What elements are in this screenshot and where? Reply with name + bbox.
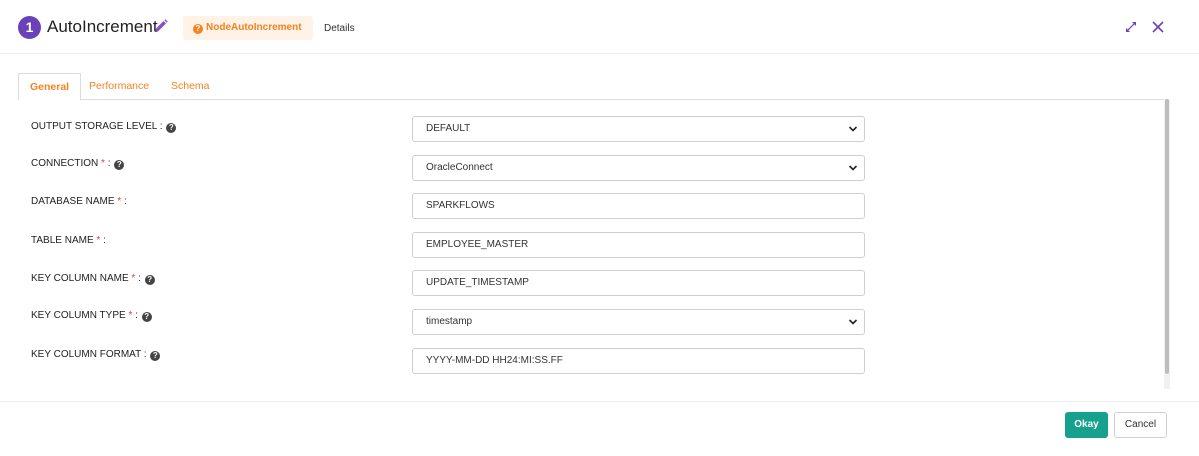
help-icon[interactable]: ? bbox=[141, 312, 152, 322]
field-label: DATABASE NAME * : bbox=[31, 196, 127, 207]
chevron-down-icon bbox=[848, 126, 858, 132]
pencil-icon[interactable] bbox=[153, 18, 169, 34]
form-scrollbar[interactable] bbox=[1164, 99, 1170, 389]
help-icon[interactable]: ? bbox=[150, 351, 161, 361]
output-storage-level-select[interactable]: DEFAULT bbox=[412, 116, 865, 142]
node-type-label: NodeAutoIncrement bbox=[206, 22, 302, 33]
tab-performance[interactable]: Performance bbox=[78, 73, 160, 100]
tab-bar: General Performance Schema bbox=[18, 73, 1170, 101]
key-column-type-select[interactable]: timestamp bbox=[412, 309, 865, 335]
tab-schema[interactable]: Schema bbox=[160, 73, 221, 100]
field-label: KEY COLUMN TYPE * : ? bbox=[31, 310, 152, 322]
step-number-badge: 1 bbox=[18, 16, 41, 39]
chevron-down-icon bbox=[848, 165, 858, 171]
help-icon[interactable]: ? bbox=[166, 123, 177, 133]
connection-select[interactable]: OracleConnect bbox=[412, 155, 865, 181]
table-name-input[interactable]: EMPLOYEE_MASTER bbox=[412, 232, 865, 258]
question-circle-icon: ? bbox=[193, 24, 203, 34]
field-label: KEY COLUMN FORMAT : ? bbox=[31, 349, 161, 361]
key-column-name-input[interactable]: UPDATE_TIMESTAMP bbox=[412, 270, 865, 296]
expand-icon[interactable] bbox=[1124, 20, 1138, 34]
footer-divider bbox=[0, 401, 1199, 402]
required-asterisk: * bbox=[96, 235, 101, 246]
node-title: AutoIncrement bbox=[47, 17, 158, 36]
field-label: TABLE NAME * : bbox=[31, 235, 106, 246]
required-asterisk: * bbox=[101, 158, 105, 169]
field-label: KEY COLUMN NAME * : ? bbox=[31, 273, 155, 285]
help-icon[interactable]: ? bbox=[114, 160, 125, 170]
required-asterisk: * bbox=[131, 273, 136, 284]
dialog-header: 1 AutoIncrement ? NodeAutoIncrement Detai… bbox=[0, 0, 1199, 54]
cancel-button[interactable]: Cancel bbox=[1114, 412, 1167, 438]
node-type-pill[interactable]: ? NodeAutoIncrement bbox=[183, 16, 313, 40]
key-column-format-input[interactable]: YYYY-MM-DD HH24:MI:SS.FF bbox=[412, 348, 865, 374]
required-asterisk: * bbox=[128, 310, 133, 321]
required-asterisk: * bbox=[117, 196, 122, 207]
database-name-input[interactable]: SPARKFLOWS bbox=[412, 193, 865, 219]
close-icon[interactable] bbox=[1150, 19, 1166, 35]
details-link[interactable]: Details bbox=[324, 23, 355, 34]
help-icon[interactable]: ? bbox=[144, 275, 155, 285]
field-label: OUTPUT STORAGE LEVEL : ? bbox=[31, 121, 177, 133]
scrollbar-thumb[interactable] bbox=[1165, 99, 1169, 374]
tab-general[interactable]: General bbox=[18, 73, 82, 101]
okay-button[interactable]: Okay bbox=[1065, 412, 1108, 438]
chevron-down-icon bbox=[848, 319, 858, 325]
field-label: CONNECTION * : ? bbox=[31, 158, 125, 170]
